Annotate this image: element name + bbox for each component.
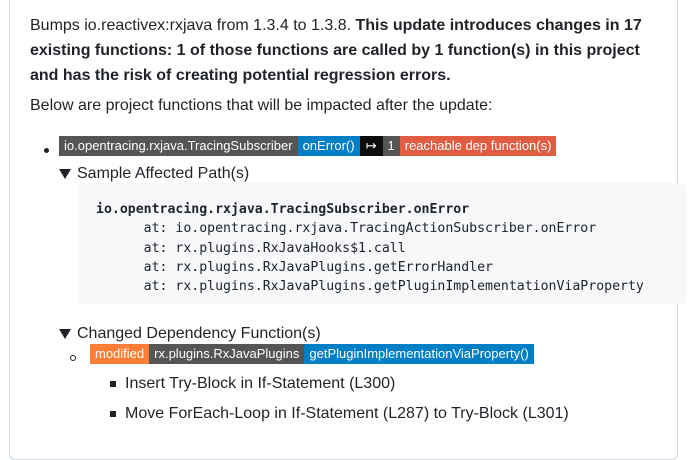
impact-intro-text: Below are project functions that will be… <box>30 97 493 114</box>
list-square-bullet <box>110 381 116 387</box>
code-line: at: rx.plugins.RxJavaPlugins.getPluginIm… <box>96 279 644 295</box>
code-text: io.opentracing.rxjava.TracingSubscriber.… <box>96 200 644 296</box>
list-square-bullet <box>110 411 116 417</box>
comment-card: Bumps io.reactivex:rxjava from 1.3.4 to … <box>9 0 687 460</box>
reachable-label-badge: reachable dep function(s) <box>399 136 557 156</box>
changed-function-summary[interactable]: Changed Dependency Function(s) <box>59 323 321 345</box>
changed-function-badges: modified rx.plugins.RxJavaPlugins getPlu… <box>90 344 534 364</box>
changed-method-badge: getPluginImplementationViaProperty() <box>304 344 534 364</box>
intro-plain-text: Bumps io.reactivex:rxjava from 1.3.4 to … <box>30 17 356 34</box>
code-head-line: io.opentracing.rxjava.TracingSubscriber.… <box>96 202 470 217</box>
sublist-bullet <box>70 355 76 361</box>
modified-status-badge: modified <box>90 344 150 364</box>
change-item: Move ForEach-Loop in If-Statement (L287)… <box>125 405 569 422</box>
code-line: at: rx.plugins.RxJavaPlugins.getErrorHan… <box>96 259 493 275</box>
changed-class-badge: rx.plugins.RxJavaPlugins <box>149 344 305 364</box>
sample-path-summary[interactable]: Sample Affected Path(s) <box>59 163 249 185</box>
maps-to-arrow-icon: ↦ <box>359 136 383 156</box>
code-line: at: rx.plugins.RxJavaHooks$1.call <box>96 240 406 256</box>
list-bullet <box>44 148 49 153</box>
changed-function-summary-label: Changed Dependency Function(s) <box>77 325 321 342</box>
expanded-triangle-icon <box>59 169 71 179</box>
impacted-function-badges: io.opentracing.rxjava.TracingSubscriber … <box>59 136 557 156</box>
impacted-method-badge: onError() <box>297 136 360 156</box>
impacted-class-badge: io.opentracing.rxjava.TracingSubscriber <box>59 136 298 156</box>
expanded-triangle-icon <box>59 329 71 339</box>
code-line: at: io.opentracing.rxjava.TracingActionS… <box>96 221 597 237</box>
change-item: Insert Try-Block in If-Statement (L300) <box>125 375 396 392</box>
affected-path-code-block: io.opentracing.rxjava.TracingSubscriber.… <box>78 183 687 304</box>
reachable-count-badge: 1 <box>382 136 400 156</box>
intro-paragraph: Bumps io.reactivex:rxjava from 1.3.4 to … <box>30 13 668 88</box>
sample-path-summary-label: Sample Affected Path(s) <box>77 165 250 182</box>
